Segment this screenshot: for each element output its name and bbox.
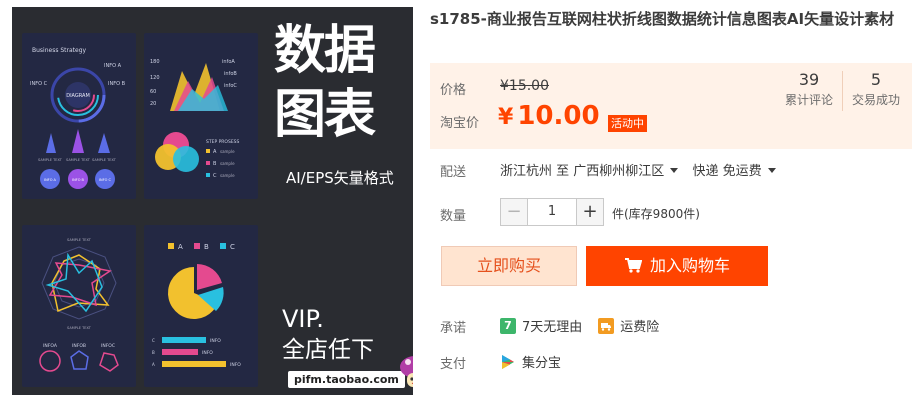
hero-vip-text: VIP. (282, 305, 324, 333)
mock-bar-cat-c: C (152, 338, 155, 343)
mock-step-b: B (213, 161, 217, 167)
mock-info-a: INFO A (104, 63, 122, 69)
shipping-method-text: 快递 免运费 (692, 164, 762, 179)
freight-insurance-link[interactable]: 运费险 (620, 316, 659, 335)
shipping-from: 浙江杭州 至 (500, 164, 570, 179)
reviews-count: 39 (798, 70, 820, 89)
promo-currency: ¥ (498, 105, 514, 130)
mock-bar-info-3: INFO (230, 362, 241, 368)
mock-diagram-label: DIAGRAM (66, 93, 90, 99)
mock-step-c: C (213, 173, 217, 179)
chevron-down-icon (767, 168, 776, 173)
mock-infoa-upper: INFOA (43, 343, 58, 349)
shipping-method[interactable]: 快递 免运费 (692, 164, 785, 179)
mock-pie-bar-chart: A B C C B A INFO INFO INFO (144, 225, 258, 387)
product-page: Business Strategy DIAGRAM INFO A INFO B … (0, 0, 915, 418)
mock-sample-text-2: SAMPLE TEXT (66, 158, 91, 162)
quantity-input[interactable]: 1 (528, 198, 576, 226)
mock-bar-info-1: INFO (210, 338, 221, 344)
hero-vip-subtext: 全店任下 (282, 337, 374, 363)
payment-row: 集分宝 (500, 352, 561, 371)
mock-radar-label-1: SAMPLE TEXT (67, 238, 92, 242)
mock-circle-c-label: INFO C (99, 178, 112, 182)
price-panel: 价格 ¥15.00 淘宝价 ¥10.00 活动中 39 累计评论 5 交易成功 (430, 63, 912, 149)
mock-legend-a: A (178, 243, 183, 251)
mock-bar-cat-b: B (152, 350, 155, 355)
add-to-cart-label: 加入购物车 (649, 256, 730, 275)
reviews-stat[interactable]: 39 累计评论 (774, 69, 844, 109)
mock-ring-diagram: Business Strategy DIAGRAM INFO A INFO B … (22, 33, 136, 199)
mock-info-a-lower: infoA (222, 59, 235, 65)
stock-text: 件(库存9800件) (612, 207, 700, 221)
shipping-row: 浙江杭州 至 广西柳州柳江区 快递 免运费 (500, 160, 786, 179)
mock-infoc-upper: INFOC (101, 343, 115, 349)
promo-status-badge: 活动中 (608, 115, 647, 132)
mock-y-tick-60: 60 (150, 89, 156, 95)
cart-icon (624, 258, 642, 273)
mock-area-chart: 180 120 60 20 infoA infoB infoC STEP PRO… (144, 33, 258, 199)
add-to-cart-button[interactable]: 加入购物车 (586, 246, 768, 286)
chevron-down-icon (670, 168, 679, 173)
mock-step-a: A (213, 149, 217, 155)
sales-label: 交易成功 (851, 93, 900, 107)
mock-legend-b: B (204, 243, 209, 251)
reviews-label: 累计评论 (784, 93, 833, 107)
mock-bar-cat-a: A (152, 362, 155, 367)
mock-business-title: Business Strategy (32, 47, 87, 54)
mock-y-tick-180: 180 (150, 59, 160, 65)
hero-text-panel: 数据 图表 AI/EPS矢量格式 VIP. 全店任下 pifm.taobao.c… (270, 7, 413, 395)
mock-info-b-lower: infoB (224, 71, 237, 77)
promise-label: 承诺 (440, 321, 467, 336)
mock-sample-text-1: SAMPLE TEXT (38, 158, 63, 162)
price-label: 价格 (440, 83, 467, 98)
product-info: s1785-商业报告互联网柱状折线图数据统计信息图表AI矢量设计素材 价格 ¥1… (430, 0, 915, 418)
jifenbao-link[interactable]: 集分宝 (522, 352, 561, 371)
quantity-decrease-button[interactable]: − (500, 198, 528, 226)
mock-sample-a: sample (220, 149, 235, 154)
quantity-stepper: − 1 + (500, 198, 604, 226)
mock-legend-c: C (230, 243, 235, 251)
sales-stat: 5 交易成功 (841, 69, 911, 109)
promo-price: ¥10.00 (498, 103, 600, 129)
product-title: s1785-商业报告互联网柱状折线图数据统计信息图表AI矢量设计素材 (430, 10, 895, 28)
quantity-increase-button[interactable]: + (576, 198, 604, 226)
store-url-badge: pifm.taobao.com (288, 371, 405, 388)
original-price: ¥15.00 (500, 78, 549, 94)
hero-title-line2: 图表 (274, 85, 376, 145)
mock-infob-upper: INFOB (72, 343, 86, 349)
mock-sample-b: sample (220, 161, 235, 166)
payment-label: 支付 (440, 357, 467, 372)
mock-sample-c: sample (220, 173, 235, 178)
hero-title-line1: 数据 (274, 21, 376, 81)
promo-price-value: 10.00 (517, 101, 600, 131)
mascot-icon (400, 356, 413, 387)
quantity-label: 数量 (440, 209, 467, 224)
product-image[interactable]: Business Strategy DIAGRAM INFO A INFO B … (12, 7, 413, 395)
hero-format-text: AI/EPS矢量格式 (286, 169, 394, 187)
mock-y-tick-120: 120 (150, 75, 160, 81)
promo-price-label: 淘宝价 (440, 116, 480, 131)
buy-now-button[interactable]: 立即购买 (441, 246, 577, 286)
mock-info-b: INFO B (108, 81, 126, 87)
freight-insurance-icon (598, 317, 615, 334)
mock-info-c-lower: infoC (224, 83, 237, 89)
promise-row: 7 7天无理由 运费险 (500, 316, 659, 335)
mock-y-tick-20: 20 (150, 101, 156, 107)
mock-bar-info-2: INFO (202, 350, 213, 356)
mock-radar-label-2: SAMPLE TEXT (67, 326, 92, 330)
mock-radar-chart: SAMPLE TEXT SAMPLE TEXT INFOA INFOB INFO… (22, 225, 136, 387)
mock-info-c: INFO C (30, 81, 48, 87)
mock-circle-b-label: INFO B (72, 178, 85, 182)
mock-sample-text-3: SAMPLE TEXT (92, 158, 117, 162)
return-badge-icon: 7 (500, 317, 516, 334)
sales-count: 5 (870, 70, 882, 89)
return-policy-link[interactable]: 7天无理由 (522, 316, 582, 335)
shipping-label: 配送 (440, 165, 467, 180)
shipping-destination-text: 广西柳州柳江区 (573, 164, 665, 179)
mock-step-process: STEP PROSESS (206, 139, 240, 145)
mock-circle-a-label: INFO A (44, 178, 57, 182)
jifenbao-icon (500, 354, 516, 370)
shipping-destination[interactable]: 广西柳州柳江区 (573, 164, 688, 179)
